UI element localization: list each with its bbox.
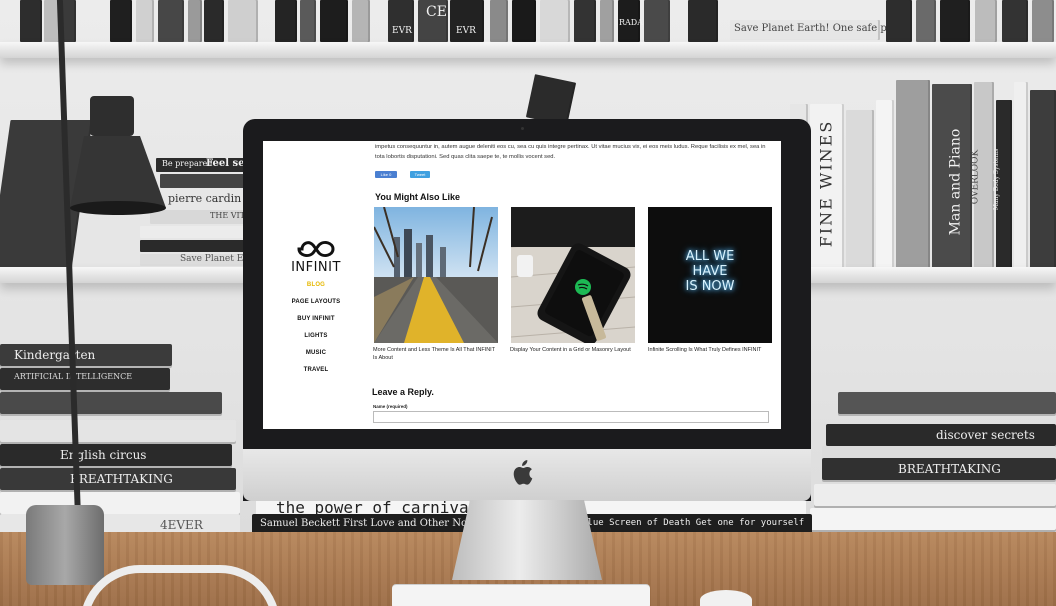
facebook-like-button[interactable]: Like 0 (375, 171, 397, 178)
sidebar: INFINIT BLOG PAGE LAYOUTS BUY INFINIT LI… (263, 141, 369, 429)
nav-item-blog[interactable]: BLOG (263, 282, 369, 288)
apple-logo-icon (513, 460, 533, 485)
book-title: Many Body Systems (993, 148, 1001, 211)
desk-scene: EVR CE EVR RADA Save Planet Earth! One s… (0, 0, 1056, 606)
lamp-shade-icon (70, 96, 166, 215)
main-content: impetus consequuntur in, autem augue del… (372, 141, 775, 429)
card-caption[interactable]: More Content and Less Theme Is All That … (373, 346, 497, 362)
card-image-neon[interactable]: ALL WE HAVE IS NOW (648, 207, 772, 343)
book-title: Be prepared (162, 159, 213, 168)
book-title: Kindergarten (14, 348, 96, 362)
tweet-button[interactable]: Tweet (410, 171, 430, 178)
card-caption[interactable]: Display Your Content in a Grid or Masonr… (510, 346, 634, 354)
book-title: BREATHTAKING (70, 472, 173, 486)
name-field[interactable] (373, 411, 769, 423)
neon-text-line: HAVE (692, 264, 728, 279)
nav-item-travel[interactable]: TRAVEL (263, 367, 369, 373)
keyboard (392, 585, 650, 606)
shelf-top (0, 42, 1056, 58)
neon-text-line: IS NOW (685, 279, 735, 294)
nav-item-lights[interactable]: LIGHTS (263, 333, 369, 339)
book-title: pierre cardin (168, 192, 242, 205)
nav-item-music[interactable]: MUSIC (263, 350, 369, 356)
mouse (700, 590, 752, 606)
book-title: EVR (456, 26, 476, 36)
card-image-road[interactable] (374, 207, 498, 343)
book-title: Blue Screen of Death Get one for yoursel… (582, 518, 805, 528)
book-title: Samuel Beckett First Love and Other Nove… (260, 518, 497, 529)
card-caption[interactable]: Infinite Scrolling Is What Truly Defines… (648, 346, 772, 354)
nav-item-page-layouts[interactable]: PAGE LAYOUTS (263, 299, 369, 305)
infinity-logo-icon[interactable] (288, 237, 344, 261)
post-paragraph: impetus consequuntur in, autem augue del… (375, 144, 766, 160)
browser-screen: INFINIT BLOG PAGE LAYOUTS BUY INFINIT LI… (263, 141, 781, 429)
book-title: OVERLOOK (970, 149, 981, 205)
book-title: discover secrets (936, 428, 1035, 442)
book-title: BREATHTAKING (898, 462, 1001, 476)
related-heading: You Might Also Like (375, 192, 460, 202)
book-title: 4EVER (160, 518, 203, 532)
imac-stand (452, 500, 602, 580)
book-title: EVR (392, 26, 412, 36)
card-image-phone[interactable] (511, 207, 635, 343)
reply-heading: Leave a Reply. (372, 387, 434, 397)
camera-icon (521, 127, 524, 130)
book-title: FINE WINES (816, 119, 836, 248)
lamp-base (26, 505, 104, 585)
book-title: RADA (619, 18, 643, 27)
neon-text-line: ALL WE (685, 249, 735, 264)
site-brand[interactable]: INFINIT (263, 260, 369, 275)
name-label: Name (required) (373, 404, 408, 409)
book-title: Man and Piano (947, 128, 964, 236)
book-title: Save Planet Earth! One safe place (734, 23, 908, 34)
book-title: CE (426, 4, 447, 20)
nav-item-buy-infinit[interactable]: BUY INFINIT (263, 316, 369, 322)
